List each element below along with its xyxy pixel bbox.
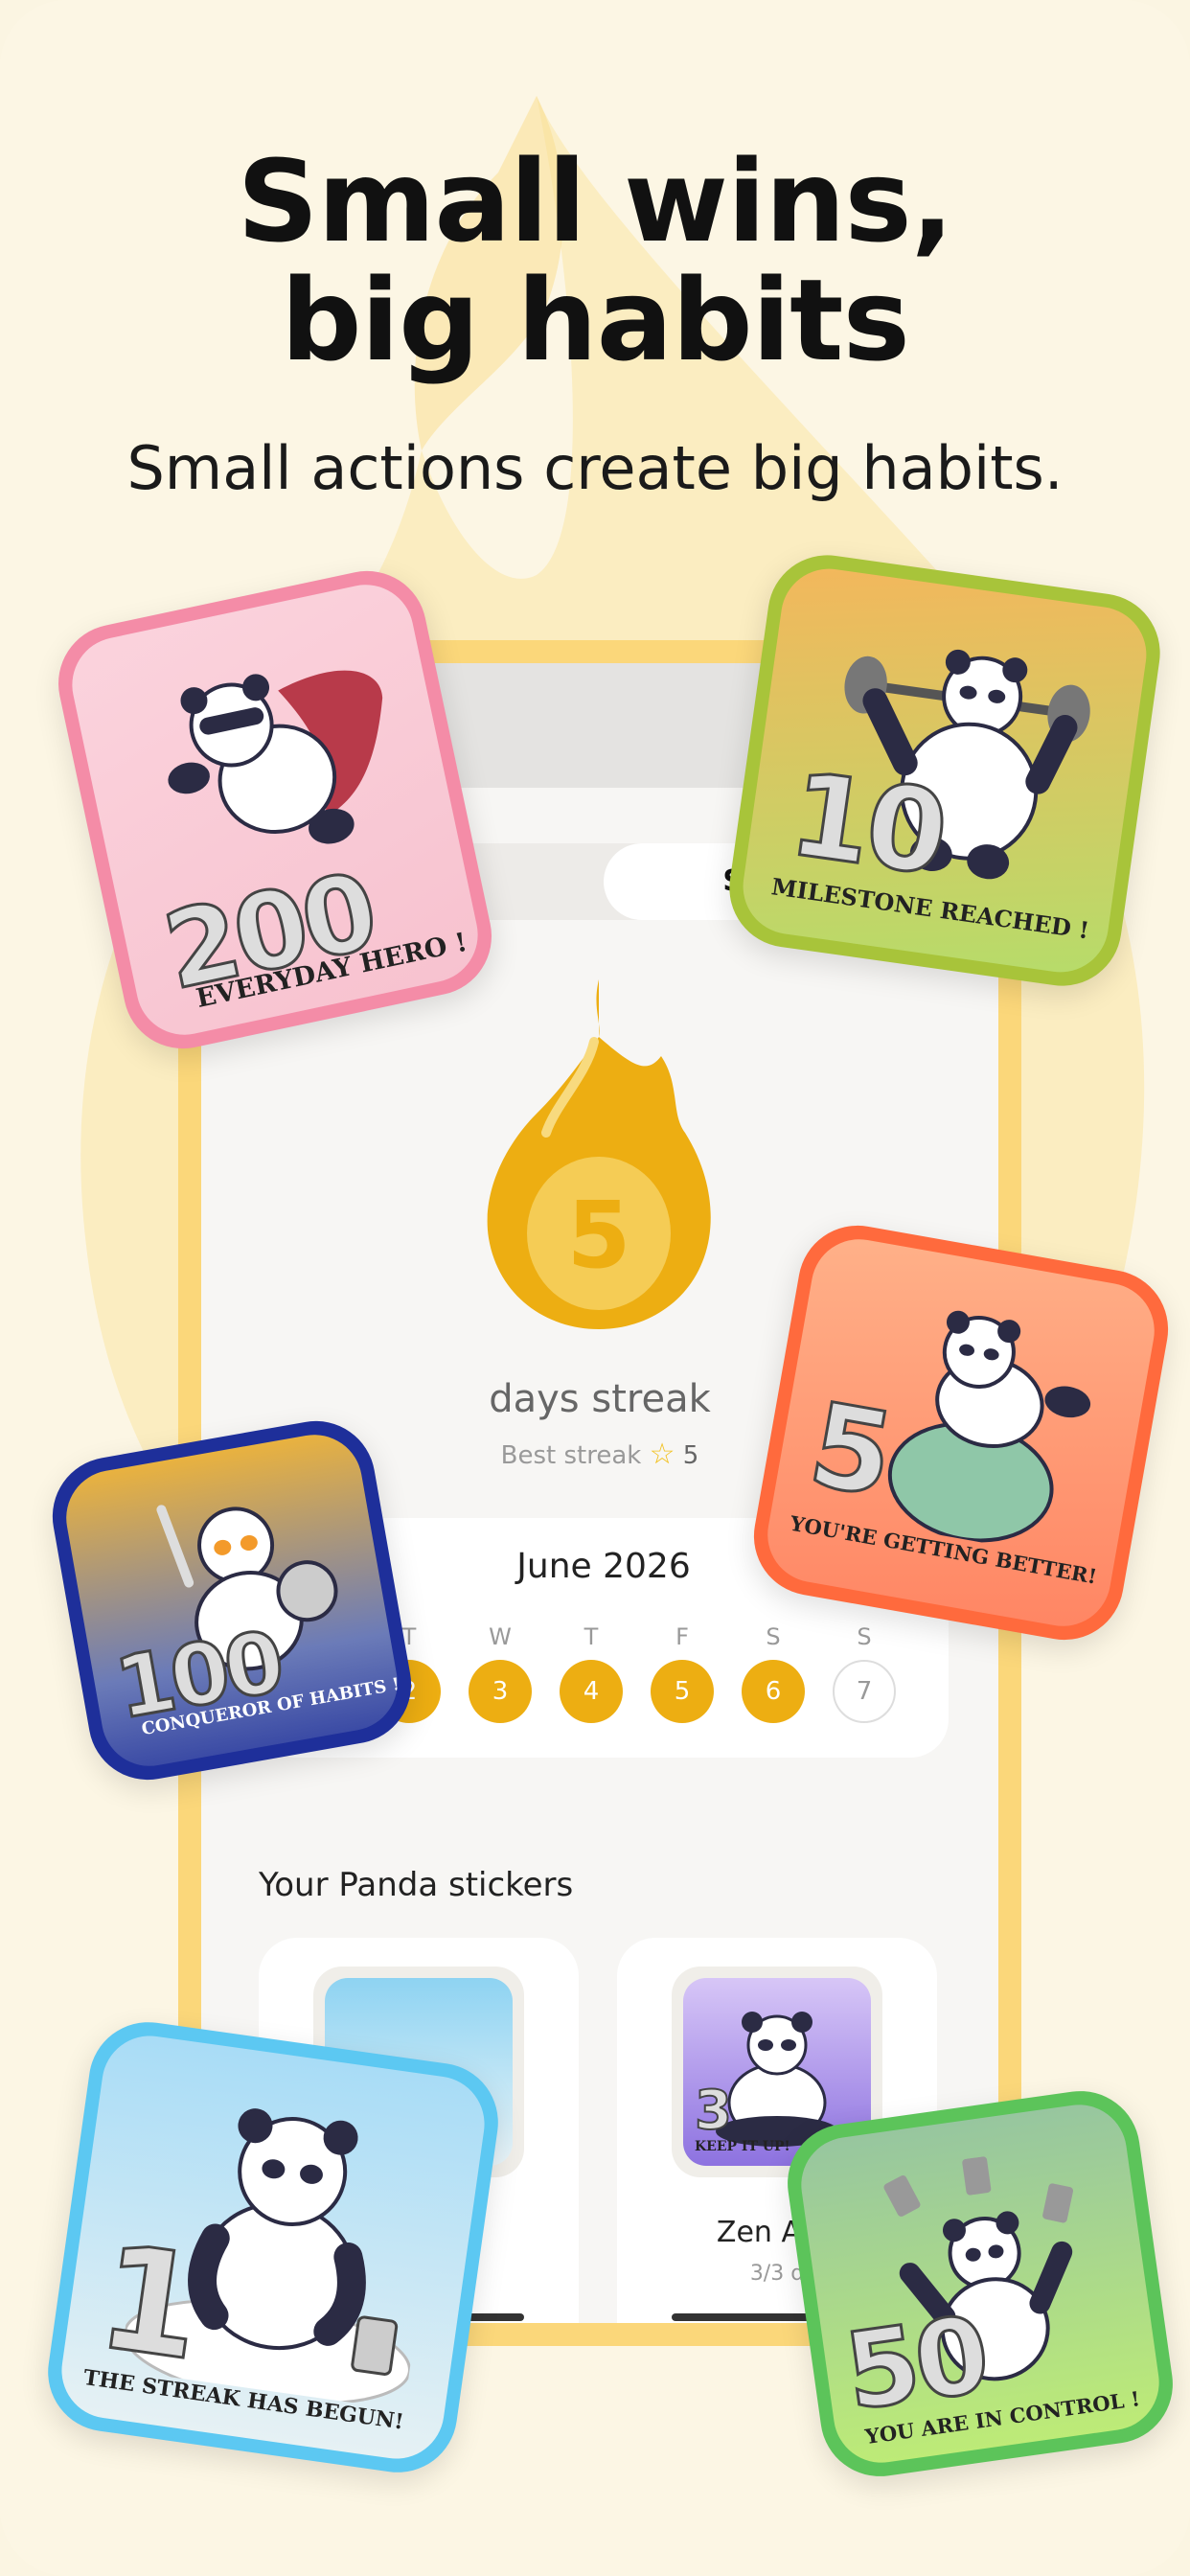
weekday-label: T [584, 1623, 599, 1650]
headline-line-2: big habits [281, 254, 910, 386]
badge-100-conqueror-of-habits: 100 CONQUEROR OF HABITS ! [43, 1412, 421, 1789]
streak-flame-icon: 5 [487, 979, 711, 1329]
sticker-caption: KEEP IT UP! [695, 2139, 790, 2154]
calendar-day-completed[interactable]: 6 [742, 1660, 805, 1723]
sticker-number: 3 [694, 2079, 733, 2143]
weekday-label: S [766, 1623, 781, 1650]
stickers-section-title: Your Panda stickers [259, 1866, 574, 1904]
headline-line-1: Small wins, [237, 135, 953, 267]
badge-1-streak-begun: 1 THE STREAK HAS BEGUN! [40, 2014, 506, 2480]
subheadline: Small actions create big habits. [126, 433, 1064, 503]
weekday-label: W [489, 1623, 512, 1650]
badge-50-in-control: 50 YOU ARE IN CONTROL ! [780, 2083, 1180, 2484]
calendar-day-open[interactable]: 7 [833, 1660, 896, 1723]
badge-10-milestone-reached: 10 MILESTONE REACHED ! [721, 547, 1168, 994]
streak-number: 5 [567, 1182, 631, 1289]
best-streak-label: Best streak [500, 1441, 642, 1470]
superhero-panda-icon [168, 670, 383, 844]
calendar-day-completed[interactable]: 5 [651, 1660, 714, 1723]
weekday-label: F [675, 1623, 689, 1650]
calendar-day-completed[interactable]: 3 [469, 1660, 532, 1723]
app-store-screenshot: Small wins, big habits Small actions cre… [0, 0, 1190, 2576]
weekday-label: S [857, 1623, 872, 1650]
calendar-day-completed[interactable]: 4 [560, 1660, 623, 1723]
badge-5-getting-better: 5 YOU'RE GETTING BETTER! [744, 1216, 1178, 1649]
exercise-ball-panda-icon [887, 1310, 1091, 1543]
best-streak-value: 5 [682, 1441, 699, 1470]
star-icon: ☆ [649, 1438, 675, 1471]
headline: Small wins, big habits [0, 142, 1190, 380]
